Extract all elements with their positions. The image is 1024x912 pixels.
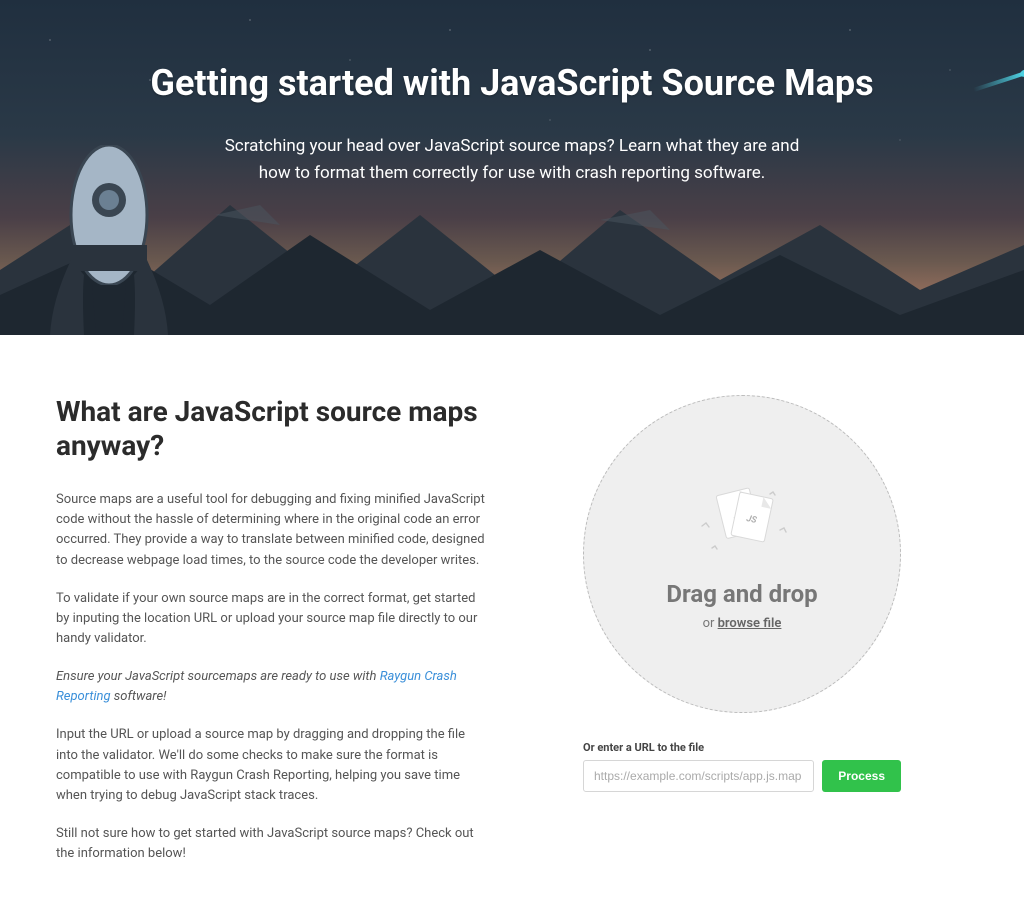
article-p5: Still not sure how to get started with J… [56, 824, 486, 864]
hero-banner: Getting started with JavaScript Source M… [0, 0, 1024, 335]
file-dropzone[interactable]: JS JS Drag and drop or browse file [583, 395, 901, 713]
dropzone-or: or browse file [703, 616, 782, 631]
article-heading: What are JavaScript source maps anyway? [56, 395, 486, 462]
article-p1: Source maps are a useful tool for debugg… [56, 490, 486, 571]
main-content: What are JavaScript source maps anyway? … [0, 335, 1024, 912]
dropzone-title: Drag and drop [666, 580, 817, 608]
url-input-label: Or enter a URL to the file [583, 741, 901, 754]
hero-title: Getting started with JavaScript Source M… [0, 62, 1024, 105]
hero-subtitle: Scratching your head over JavaScript sou… [212, 133, 812, 187]
js-files-icon: JS JS [682, 478, 802, 562]
process-button[interactable]: Process [822, 760, 901, 792]
article-p4: Input the URL or upload a source map by … [56, 725, 486, 806]
url-input[interactable] [583, 760, 814, 792]
browse-file-link[interactable]: browse file [718, 616, 782, 631]
article-p2: To validate if your own source maps are … [56, 589, 486, 649]
article-p3: Ensure your JavaScript sourcemaps are re… [56, 667, 486, 707]
